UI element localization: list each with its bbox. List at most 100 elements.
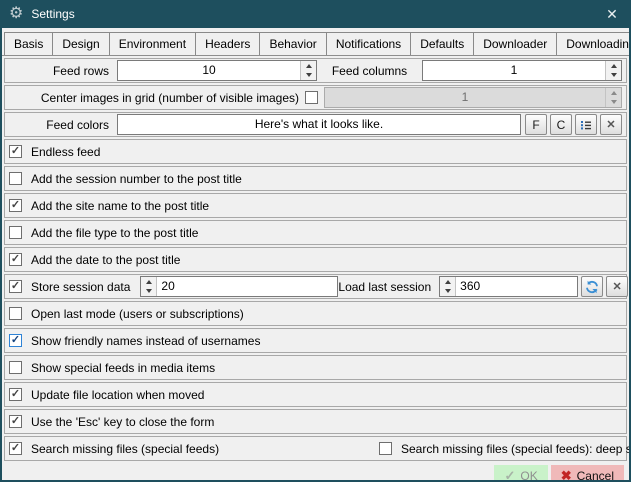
feed-columns-label: Feed columns [317, 64, 422, 78]
file-type-row: ✓ Add the file type to the post title [4, 220, 627, 245]
feed-colors-preview[interactable]: Here's what it looks like. [117, 114, 521, 135]
store-session-checkbox[interactable]: ✓ [9, 280, 22, 293]
visible-images-value: 1 [325, 88, 605, 107]
refresh-button[interactable] [581, 276, 603, 297]
update-location-checkbox[interactable]: ✓ [9, 388, 22, 401]
cancel-x-icon: ✖ [561, 468, 572, 481]
check-icon: ✓ [11, 335, 20, 346]
store-session-spinner[interactable]: 20 [140, 276, 338, 297]
spinner-arrows[interactable] [141, 277, 157, 296]
update-location-row: ✓ Update file location when moved [4, 382, 627, 407]
endless-feed-checkbox[interactable]: ✓ [9, 145, 22, 158]
clear-x-icon: ✕ [613, 280, 622, 293]
spin-up-icon[interactable] [440, 277, 455, 287]
close-icon[interactable]: ✕ [599, 3, 625, 25]
session-number-row: ✓ Add the session number to the post tit… [4, 166, 627, 191]
check-icon: ✓ [11, 389, 20, 400]
session-number-label: Add the session number to the post title [31, 172, 242, 186]
session-number-checkbox[interactable]: ✓ [9, 172, 22, 185]
spin-down-icon [606, 98, 621, 108]
deep-search-checkbox[interactable]: ✓ [379, 442, 392, 455]
search-missing-row: ✓ Search missing files (special feeds) ✓… [4, 436, 627, 461]
store-session-label: Store session data [31, 280, 130, 294]
list-button[interactable] [575, 114, 597, 135]
store-session-value[interactable]: 20 [157, 277, 337, 296]
tab-strip: Basis Design Environment Headers Behavio… [2, 28, 629, 55]
check-icon: ✓ [11, 146, 20, 157]
tab-headers[interactable]: Headers [195, 32, 260, 55]
search-missing-label: Search missing files (special feeds) [31, 442, 219, 456]
deep-search-group: ✓ Search missing files (special feeds): … [379, 442, 629, 456]
font-button[interactable]: F [525, 114, 547, 135]
spin-down-icon[interactable] [141, 287, 156, 297]
list-icon [580, 119, 592, 131]
center-images-row: Center images in grid (number of visible… [4, 85, 627, 110]
feed-colors-label: Feed colors [9, 118, 109, 132]
cancel-button[interactable]: ✖ Cancel [551, 465, 624, 480]
check-icon: ✓ [11, 254, 20, 265]
load-session-spinner[interactable]: 360 [439, 276, 578, 297]
feed-columns-spinner[interactable]: 1 [422, 60, 622, 81]
tab-environment[interactable]: Environment [109, 32, 196, 55]
feed-columns-value[interactable]: 1 [423, 61, 605, 80]
clear-colors-button[interactable]: ✕ [600, 114, 622, 135]
clear-session-button[interactable]: ✕ [606, 276, 628, 297]
feed-rows-spinner[interactable]: 10 [117, 60, 317, 81]
clear-x-icon: ✕ [606, 118, 615, 131]
search-missing-checkbox[interactable]: ✓ [9, 442, 22, 455]
esc-close-checkbox[interactable]: ✓ [9, 415, 22, 428]
spin-up-icon[interactable] [606, 61, 621, 71]
session-data-row: ✓ Store session data 20 Load last sessio… [4, 274, 627, 299]
spinner-arrows[interactable] [440, 277, 456, 296]
tab-downloading[interactable]: Downloading [556, 32, 629, 55]
tab-basis[interactable]: Basis [4, 32, 53, 55]
spin-up-icon[interactable] [141, 277, 156, 287]
color-button[interactable]: C [550, 114, 572, 135]
add-date-checkbox[interactable]: ✓ [9, 253, 22, 266]
file-type-checkbox[interactable]: ✓ [9, 226, 22, 239]
load-session-label: Load last session [338, 280, 431, 294]
center-images-label: Center images in grid (number of visible… [9, 91, 299, 105]
special-feeds-row: ✓ Show special feeds in media items [4, 355, 627, 380]
esc-close-label: Use the 'Esc' key to close the form [31, 415, 214, 429]
window-frame: Basis Design Environment Headers Behavio… [2, 28, 629, 480]
site-name-checkbox[interactable]: ✓ [9, 199, 22, 212]
tab-notifications[interactable]: Notifications [326, 32, 411, 55]
tab-downloader[interactable]: Downloader [473, 32, 557, 55]
ok-label: OK [520, 469, 537, 481]
open-last-mode-checkbox[interactable]: ✓ [9, 307, 22, 320]
spinner-arrows [605, 88, 621, 107]
tab-defaults[interactable]: Defaults [410, 32, 474, 55]
window-title: Settings [31, 7, 74, 21]
add-date-label: Add the date to the post title [31, 253, 180, 267]
tab-behavior[interactable]: Behavior [259, 32, 326, 55]
ok-button[interactable]: ✓ OK [494, 465, 547, 480]
spinner-arrows[interactable] [300, 61, 316, 80]
check-icon: ✓ [11, 443, 20, 454]
friendly-names-checkbox[interactable]: ✓ [9, 334, 22, 347]
special-feeds-checkbox[interactable]: ✓ [9, 361, 22, 374]
feed-rows-value[interactable]: 10 [118, 61, 300, 80]
endless-feed-row: ✓ Endless feed [4, 139, 627, 164]
check-icon: ✓ [11, 200, 20, 211]
center-images-checkbox[interactable]: ✓ [305, 91, 318, 104]
cancel-label: Cancel [577, 469, 614, 481]
spin-up-icon [606, 88, 621, 98]
spin-down-icon[interactable] [440, 287, 455, 297]
spinner-arrows[interactable] [605, 61, 621, 80]
open-last-mode-row: ✓ Open last mode (users or subscriptions… [4, 301, 627, 326]
spin-up-icon[interactable] [301, 61, 316, 71]
check-icon: ✓ [11, 416, 20, 427]
spin-down-icon[interactable] [606, 71, 621, 81]
tab-design[interactable]: Design [52, 32, 109, 55]
feed-rows-label: Feed rows [9, 64, 109, 78]
load-session-value[interactable]: 360 [456, 277, 577, 296]
site-name-label: Add the site name to the post title [31, 199, 209, 213]
spin-down-icon[interactable] [301, 71, 316, 81]
check-icon: ✓ [11, 281, 20, 292]
endless-feed-label: Endless feed [31, 145, 100, 159]
visible-images-spinner: 1 [324, 87, 622, 108]
friendly-names-label: Show friendly names instead of usernames [31, 334, 260, 348]
settings-window: ⚙ Settings ✕ Basis Design Environment He… [0, 0, 631, 482]
add-date-row: ✓ Add the date to the post title [4, 247, 627, 272]
